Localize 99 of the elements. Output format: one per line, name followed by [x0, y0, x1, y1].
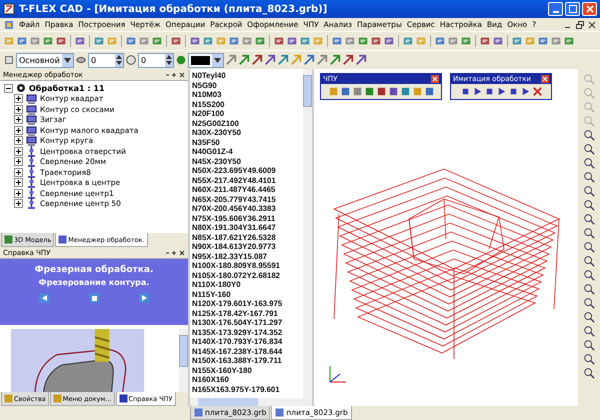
drill-icon: [26, 198, 37, 210]
caret-icon: [64, 58, 71, 62]
tool-icon[interactable]: [355, 54, 367, 66]
maximize-button[interactable]: [565, 2, 580, 16]
tool-icon[interactable]: [55, 35, 67, 47]
previous-button[interactable]: [39, 293, 49, 303]
tool-icon[interactable]: [583, 241, 595, 253]
expand-icon[interactable]: [14, 115, 23, 124]
tree-item[interactable]: Обработка1 : 11: [29, 84, 105, 93]
tab-icon: [118, 394, 128, 403]
close-icon[interactable]: [588, 20, 596, 28]
maximize-icon: [568, 5, 576, 13]
tool-icon[interactable]: [583, 269, 595, 281]
tool-icon[interactable]: [388, 86, 398, 97]
spinner-arrows-icon: [116, 54, 122, 66]
tool-icon[interactable]: [286, 35, 298, 47]
help-subheading: Фрезерование контура.: [38, 278, 150, 287]
restore-icon[interactable]: [576, 20, 584, 28]
priority-spinner[interactable]: 0: [138, 52, 174, 68]
tool-icon[interactable]: [583, 185, 595, 197]
expand-icon[interactable]: [14, 94, 23, 104]
panel-buttons-icon[interactable]: [165, 72, 185, 78]
tool-icon[interactable]: [273, 35, 285, 47]
scrollbar[interactable]: [179, 329, 188, 392]
expand-icon[interactable]: [14, 168, 23, 177]
expand-icon[interactable]: [14, 199, 23, 208]
expand-icon[interactable]: [14, 157, 23, 166]
tool-icon[interactable]: [342, 54, 354, 66]
tool-icon[interactable]: [376, 86, 386, 97]
tool-icon[interactable]: [264, 54, 276, 66]
tool-icon[interactable]: [583, 129, 595, 141]
scrollbar[interactable]: [190, 398, 312, 406]
scrollbar[interactable]: [303, 69, 312, 398]
tool-icon[interactable]: [583, 157, 595, 169]
tool-icon[interactable]: [583, 297, 595, 309]
tool-icon[interactable]: [424, 86, 434, 97]
drill-icon: [26, 188, 37, 199]
drill-icon: [26, 156, 37, 168]
tool-icon[interactable]: [583, 339, 595, 351]
collapse-icon[interactable]: [4, 84, 13, 93]
tool-icon[interactable]: [583, 311, 595, 323]
tool-icon[interactable]: [583, 227, 595, 239]
tool-icon[interactable]: [170, 35, 182, 47]
contour-icon: [26, 104, 37, 115]
tool-icon[interactable]: [383, 35, 395, 47]
window-title: T-FLEX CAD - [Имитация обработки (плита_8023.grb)]: [19, 4, 328, 14]
tab-icon: [58, 235, 68, 244]
tool-icon[interactable]: [370, 35, 382, 47]
tool-icon[interactable]: [74, 35, 86, 47]
color-dropdown[interactable]: [188, 52, 224, 68]
tool-icon[interactable]: [583, 353, 595, 365]
drill-icon: [26, 177, 37, 188]
tab-icon: [4, 394, 13, 403]
document-icon: [4, 20, 14, 30]
document-icon: [194, 408, 203, 417]
tool-icon[interactable]: [583, 283, 595, 295]
contour-icon: [26, 114, 37, 126]
panel-buttons-icon[interactable]: [165, 250, 185, 256]
layer-dropdown[interactable]: Основной: [16, 52, 74, 68]
square-icon: [92, 296, 96, 300]
contour-icon: [26, 135, 37, 146]
tool-icon[interactable]: [583, 143, 595, 155]
tool-icon[interactable]: [492, 35, 504, 47]
tool-icon[interactable]: [583, 367, 595, 379]
tool-icon[interactable]: [251, 54, 263, 66]
close-icon: [586, 5, 594, 13]
drill-icon: [26, 146, 37, 157]
right-arrow-icon: [142, 295, 146, 301]
caret-icon: [214, 58, 221, 62]
tool-icon[interactable]: [303, 54, 315, 66]
tab-icon: [52, 394, 62, 403]
document-icon: [275, 408, 284, 417]
drill-icon: [26, 166, 37, 178]
help-heading: Фрезерная обработка.: [34, 265, 154, 275]
tool-icon[interactable]: [583, 171, 595, 183]
home-button[interactable]: [89, 293, 99, 303]
minimize-button[interactable]: [548, 2, 563, 16]
expand-icon[interactable]: [14, 136, 23, 146]
spinner-arrows-icon: [166, 54, 172, 66]
tool-icon[interactable]: [479, 35, 491, 47]
tool-icon[interactable]: [583, 199, 595, 211]
level-spinner[interactable]: 0: [88, 52, 124, 68]
expand-icon[interactable]: [14, 188, 23, 198]
tool-icon[interactable]: [340, 86, 350, 97]
expand-icon[interactable]: [14, 104, 23, 114]
close-button[interactable]: [582, 2, 597, 16]
tool-icon[interactable]: [583, 255, 595, 267]
expand-icon[interactable]: [14, 126, 23, 135]
expand-icon[interactable]: [14, 146, 23, 156]
contour-icon: [26, 124, 37, 136]
tool-icon[interactable]: [583, 213, 595, 225]
expand-icon[interactable]: [14, 178, 23, 188]
tool-icon[interactable]: [583, 325, 595, 337]
app-icon: [3, 3, 15, 15]
next-button[interactable]: [139, 293, 149, 303]
contour-icon: [26, 93, 37, 104]
left-arrow-icon: [42, 295, 46, 301]
tool-icon[interactable]: [189, 35, 201, 47]
tab-icon: [4, 235, 13, 244]
